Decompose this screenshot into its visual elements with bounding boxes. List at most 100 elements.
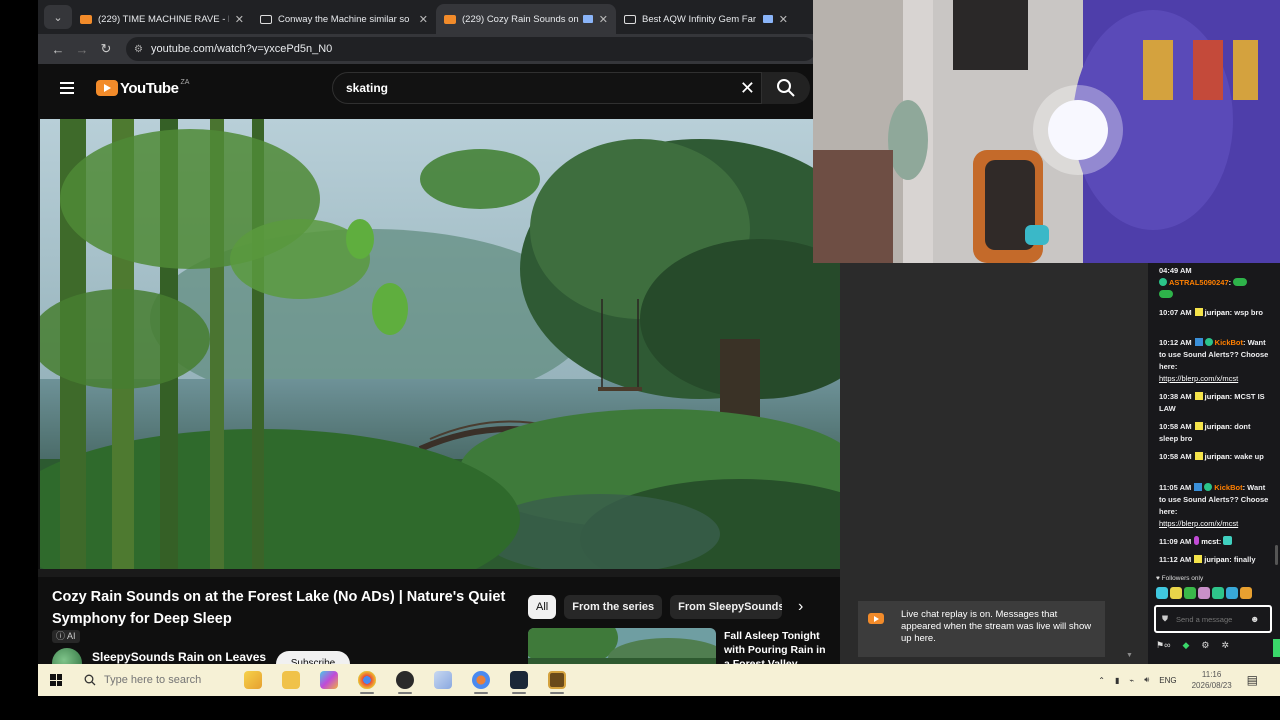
search-button[interactable] bbox=[762, 72, 810, 104]
chevron-up-icon[interactable]: ⌃ bbox=[1098, 676, 1105, 685]
search-icon bbox=[84, 674, 96, 686]
address-bar: ← → ↻ ⚙ youtube.com/watch?v=yxcePd5n_N0 bbox=[38, 34, 840, 64]
emote-icon[interactable] bbox=[1156, 587, 1168, 599]
channel-name[interactable]: SleepySounds Rain on Leaves bbox=[92, 650, 266, 664]
youtube-logo[interactable]: YouTube ZA bbox=[96, 78, 190, 97]
reload-icon[interactable]: ↻ bbox=[94, 41, 118, 57]
site-info-icon[interactable]: ⚙ bbox=[134, 44, 143, 55]
volume-icon[interactable]: 🔊︎ bbox=[1144, 675, 1149, 685]
chat-input[interactable] bbox=[1176, 614, 1246, 624]
username[interactable]: ASTRAL5090247 bbox=[1169, 278, 1229, 287]
tab-close-icon[interactable]: ✕ bbox=[419, 13, 428, 26]
emote-icon bbox=[1233, 278, 1248, 286]
battery-icon[interactable]: ▮ bbox=[1115, 676, 1119, 685]
region-code: ZA bbox=[180, 78, 190, 86]
file-explorer-app[interactable] bbox=[272, 664, 310, 696]
clock[interactable]: 11:16 2026/08/23 bbox=[1192, 669, 1232, 691]
clear-search-icon[interactable]: ✕ bbox=[740, 78, 755, 99]
chevron-right-icon[interactable]: › bbox=[798, 598, 803, 616]
username[interactable]: juripan bbox=[1205, 422, 1230, 431]
snipping-app[interactable] bbox=[424, 664, 462, 696]
tab-close-icon[interactable]: ✕ bbox=[599, 13, 608, 26]
username[interactable]: juripan bbox=[1204, 555, 1229, 564]
taskbar-search-input[interactable] bbox=[104, 674, 224, 686]
chat-message: 10:12 AM KickBot: Want to use Sound Alert… bbox=[1159, 337, 1271, 385]
network-icon[interactable]: ⌁ bbox=[1129, 676, 1134, 685]
message-time: 10:12 AM bbox=[1159, 338, 1192, 347]
message-time: 10:58 AM bbox=[1159, 452, 1192, 461]
chat-send-indicator[interactable] bbox=[1273, 639, 1280, 657]
chat-scrollbar[interactable] bbox=[1275, 545, 1278, 565]
message-text: : wake up bbox=[1229, 452, 1264, 461]
chat-toolbar: ⚑∞ ◆ ⚙ ✲ bbox=[1156, 640, 1229, 651]
chip-from-channel[interactable]: From SleepySounds Ra bbox=[670, 595, 783, 619]
emote-icon[interactable] bbox=[1198, 587, 1210, 599]
youtube-header: YouTube ZA ✕ bbox=[38, 64, 840, 112]
scroll-down-icon[interactable]: ▼ bbox=[1126, 652, 1133, 659]
emote-icon[interactable] bbox=[1240, 587, 1252, 599]
video-player[interactable] bbox=[40, 119, 840, 569]
back-icon[interactable]: ← bbox=[46, 42, 70, 57]
emote-icon[interactable] bbox=[1170, 587, 1182, 599]
chat-message: ASTRAL5090247: bbox=[1159, 277, 1271, 301]
username[interactable]: KickBot bbox=[1214, 483, 1242, 492]
language-indicator[interactable]: ENG bbox=[1159, 676, 1176, 685]
username[interactable]: juripan bbox=[1205, 308, 1230, 317]
obs-icon bbox=[396, 671, 414, 689]
tab-2[interactable]: (229) Cozy Rain Sounds on ✕ bbox=[436, 4, 616, 34]
copilot-colorful-app[interactable] bbox=[310, 664, 348, 696]
gear-icon[interactable]: ✲ bbox=[1221, 640, 1229, 651]
steam-app[interactable] bbox=[500, 664, 538, 696]
kick-icon[interactable]: ◆ bbox=[1182, 640, 1189, 651]
search-icon bbox=[777, 79, 795, 97]
windows-icon bbox=[50, 674, 62, 686]
tab-title: (229) Cozy Rain Sounds on bbox=[462, 13, 579, 25]
tab-1[interactable]: Conway the Machine similar so ✕ bbox=[252, 4, 436, 34]
system-tray: ⌃ ▮ ⌁ 🔊︎ ENG 11:16 2026/08/23 ▤ bbox=[1093, 664, 1280, 696]
url-field[interactable]: ⚙ youtube.com/watch?v=yxcePd5n_N0 bbox=[126, 37, 816, 61]
menu-icon[interactable] bbox=[60, 82, 74, 94]
notifications-icon[interactable]: ▤ bbox=[1247, 673, 1258, 687]
forward-icon[interactable]: → bbox=[70, 42, 94, 57]
username[interactable]: KickBot bbox=[1215, 338, 1243, 347]
username[interactable]: juripan bbox=[1205, 452, 1230, 461]
message-time: 10:07 AM bbox=[1159, 308, 1192, 317]
tab-3[interactable]: Best AQW Infinity Gem Far ✕ bbox=[616, 4, 796, 34]
chrome-profile-app[interactable] bbox=[462, 664, 500, 696]
taskbar-search[interactable] bbox=[74, 664, 234, 696]
badge-icon bbox=[1159, 278, 1167, 286]
tab-close-icon[interactable]: ✕ bbox=[779, 13, 788, 26]
obs-app[interactable] bbox=[386, 664, 424, 696]
tab-0[interactable]: (229) TIME MACHINE RAVE - E ✕ bbox=[72, 4, 252, 34]
emoji-icon[interactable]: ☻ bbox=[1250, 614, 1259, 624]
points-icon[interactable]: ⚑∞ bbox=[1156, 640, 1170, 651]
message-time: 04:49 AM bbox=[1159, 266, 1192, 275]
start-button[interactable] bbox=[38, 664, 74, 696]
verified-icon bbox=[1204, 338, 1213, 346]
channel-avatar[interactable] bbox=[52, 648, 82, 664]
recommended-title[interactable]: Fall Asleep Tonight with Pouring Rain in… bbox=[724, 629, 834, 664]
badge-icon bbox=[1194, 422, 1203, 430]
game-app[interactable] bbox=[538, 664, 576, 696]
chat-message: 11:09 AM mcst: bbox=[1159, 536, 1271, 548]
emote-icon[interactable] bbox=[1226, 587, 1238, 599]
search-input[interactable] bbox=[346, 81, 706, 95]
chrome-app[interactable] bbox=[348, 664, 386, 696]
chat-message: 11:05 AM KickBot: Want to use Sound Alert… bbox=[1159, 482, 1271, 530]
chip-from-series[interactable]: From the series bbox=[564, 595, 663, 619]
ai-badge-label: AI bbox=[67, 631, 76, 641]
settings-icon[interactable]: ⚙ bbox=[1201, 640, 1209, 651]
recommended-thumbnail[interactable] bbox=[528, 628, 716, 664]
chip-all[interactable]: All bbox=[528, 595, 557, 619]
emote-icon[interactable] bbox=[1212, 587, 1224, 599]
video-progress-bar[interactable] bbox=[38, 569, 840, 577]
message-link[interactable]: https://blerp.com/x/mcst bbox=[1159, 374, 1238, 383]
tab-close-icon[interactable]: ✕ bbox=[235, 13, 244, 26]
username[interactable]: juripan bbox=[1205, 392, 1230, 401]
subscribe-button[interactable]: Subscribe bbox=[276, 651, 350, 664]
tab-search-button[interactable]: ⌄ bbox=[44, 5, 72, 29]
emote-icon[interactable] bbox=[1184, 587, 1196, 599]
username[interactable]: mcst bbox=[1201, 537, 1219, 546]
copilot-app[interactable] bbox=[234, 664, 272, 696]
message-link[interactable]: https://blerp.com/x/mcst bbox=[1159, 519, 1238, 528]
